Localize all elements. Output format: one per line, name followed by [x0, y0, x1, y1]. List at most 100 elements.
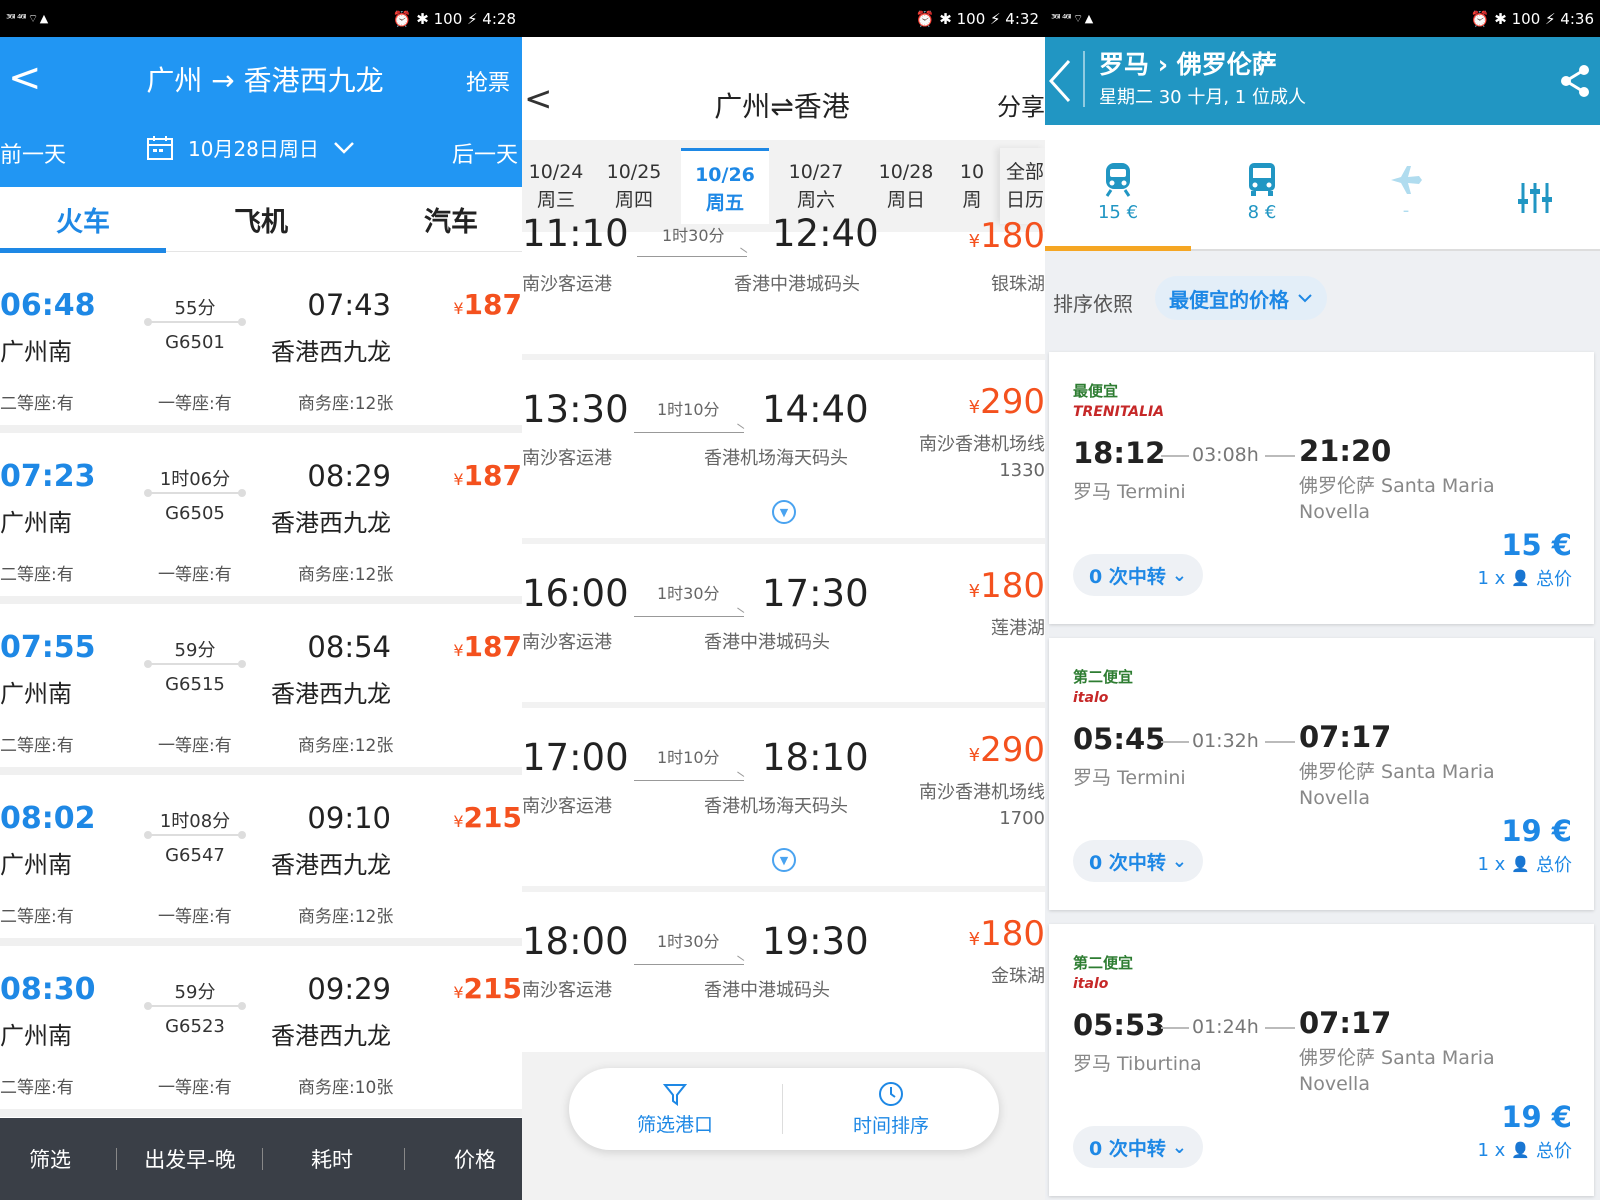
train-number: G6523: [165, 1016, 225, 1037]
table-row[interactable]: 08:02 广州南 1时08分 G6547 09:10 香港西九龙 ¥215 二等座:有 一等座…: [0, 775, 522, 938]
sort-duration-button[interactable]: 耗时: [272, 1118, 392, 1200]
back-icon[interactable]: [1047, 57, 1073, 105]
changes-button[interactable]: 0 次中转 ⌄: [1073, 840, 1203, 882]
list-item[interactable]: 11:10 1时30分 12:40 南沙客运港 香港中港城码头 ¥180 银珠湖: [522, 212, 1045, 354]
business-seats: 商务座:10张: [298, 1078, 394, 1098]
divider: [262, 1148, 263, 1170]
signal-icon: ³⁶ˡˡ ⁴⁶ˡˡ ⌔ ▲: [1051, 11, 1093, 25]
mode-price: -: [1402, 200, 1410, 221]
expand-icon[interactable]: ▼: [772, 848, 796, 872]
date-selector[interactable]: 10月28日周日: [146, 133, 355, 162]
sort-departure-button[interactable]: 出发早-晚: [125, 1118, 255, 1200]
share-icon[interactable]: [1558, 63, 1592, 99]
changes-label: 0 次中转: [1089, 565, 1166, 588]
filter-port-button[interactable]: 筛选港口: [569, 1068, 781, 1150]
header: < 广州⇌香港 分享: [522, 37, 1045, 140]
trip-subtitle: 星期二 30 十月, 1 位成人: [1099, 87, 1306, 108]
arrival-port: 香港中港城码头: [734, 274, 860, 295]
grab-ticket-button[interactable]: 抢票: [466, 65, 510, 97]
arrival-time: 12:40: [772, 212, 879, 255]
arrival-time: 08:54: [307, 630, 391, 664]
vessel-name: 金珠湖: [991, 966, 1045, 987]
mode-train[interactable]: 15 €: [1063, 125, 1173, 251]
changes-button[interactable]: 0 次中转 ⌄: [1073, 1126, 1203, 1168]
next-day-button[interactable]: 后一天: [452, 137, 518, 169]
table-row[interactable]: 08:30 广州南 59分 G6523 09:29 香港西九龙 ¥215 二等座:有 一等座:有…: [0, 946, 522, 1109]
list-item[interactable]: 13:30 1时10分 14:40 南沙客运港 香港机场海天码头 ¥290 南沙香港机场线 1…: [522, 360, 1045, 538]
sort-price-button[interactable]: 价格: [415, 1118, 522, 1200]
prev-day-button[interactable]: 前一天: [0, 137, 66, 169]
price-value: 180: [980, 566, 1045, 606]
signal-icon: ³⁶ˡˡ ⁴⁶ˡˡ ⌔ ▲: [6, 11, 48, 25]
divider: [116, 1148, 117, 1170]
list-item[interactable]: 16:00 1时30分 17:30 南沙客运港 香港中港城码头 ¥180 莲港湖: [522, 544, 1045, 702]
arrival-station: 香港西九龙: [271, 509, 391, 537]
table-row[interactable]: 07:23 广州南 1时06分 G6505 08:29 香港西九龙 ¥187 二等座:有 一等座…: [0, 433, 522, 596]
departure-time: 18:00: [522, 920, 629, 963]
filter-settings-icon[interactable]: [1517, 181, 1553, 215]
route-line: [637, 256, 747, 257]
share-button[interactable]: 分享: [997, 87, 1045, 122]
calendar-icon: [147, 135, 173, 160]
operator-logo: italo: [1073, 976, 1109, 992]
duration: 1时10分: [657, 748, 720, 767]
first-class-seats: 一等座:有: [158, 1078, 232, 1098]
date-item[interactable]: 10 周: [952, 148, 992, 224]
departure-station: 广州南: [0, 680, 72, 708]
table-row[interactable]: 06:48 广州南 55分 G6501 07:43 香港西九龙 ¥187 二等座:有 一等座:有…: [0, 262, 522, 425]
table-row[interactable]: 07:55 广州南 59分 G6515 08:54 香港西九龙 ¥187 二等座:有 一等座:有…: [0, 604, 522, 767]
date-item-selected[interactable]: 10/26 周五: [681, 148, 769, 224]
departure-station: 罗马 Tiburtina: [1073, 1053, 1202, 1075]
total-label: 总价: [1536, 569, 1572, 590]
first-class-seats: 一等座:有: [158, 736, 232, 756]
expand-icon[interactable]: ▼: [772, 500, 796, 524]
mode-price: 15 €: [1097, 202, 1139, 223]
person-icon: 👤: [1511, 855, 1530, 873]
person-icon: 👤: [1511, 1141, 1530, 1159]
back-icon[interactable]: <: [524, 79, 553, 119]
train-number: G6505: [165, 503, 225, 524]
tab-train[interactable]: 火车: [0, 187, 166, 253]
departure-station: 罗马 Termini: [1073, 767, 1186, 789]
status-bar: ³⁶ˡˡ ⁴⁶ˡˡ ⌔ ▲ ⏰ ✱ 100 ⚡ 4:36: [1045, 0, 1600, 37]
route-line: [1161, 455, 1189, 457]
tab-bus[interactable]: 汽车: [368, 187, 522, 251]
first-class-seats: 一等座:有: [158, 394, 232, 414]
changes-label: 0 次中转: [1089, 1137, 1166, 1160]
result-card[interactable]: 第二便宜 italo 05:45 01:32h 07:17 罗马 Termini 佛罗伦萨 …: [1049, 638, 1594, 910]
all-dates-button[interactable]: 全部 日历: [1000, 148, 1045, 224]
back-icon[interactable]: <: [8, 55, 42, 101]
mode-price: 8 €: [1247, 202, 1277, 223]
first-class-seats: 一等座:有: [158, 907, 232, 927]
result-card[interactable]: 最便宜 TRENITALIA 18:12 03:08h 21:20 罗马 Termini 佛…: [1049, 352, 1594, 624]
departure-port: 南沙客运港: [522, 632, 612, 653]
second-class-seats: 二等座:有: [0, 1078, 74, 1098]
list-item[interactable]: 17:00 1时10分 18:10 南沙客运港 香港机场海天码头 ¥290 南沙香港机场线 1…: [522, 708, 1045, 886]
route-line: [634, 616, 744, 617]
mode-flight[interactable]: -: [1351, 125, 1461, 251]
arrival-time: 18:10: [762, 736, 869, 779]
route-line: [1265, 741, 1295, 743]
price-value: 187: [463, 630, 522, 663]
currency-symbol: ¥: [453, 641, 464, 660]
sort-time-button[interactable]: 时间排序: [783, 1068, 999, 1150]
header: < 广州 → 香港西九龙 抢票 前一天 10月28日周日 后一天: [0, 37, 522, 187]
vessel-name: 南沙香港机场线: [919, 782, 1045, 803]
list-item[interactable]: 18:00 1时30分 19:30 南沙客运港 香港中港城码头 ¥180 金珠湖: [522, 892, 1045, 1052]
mode-bus[interactable]: 8 €: [1207, 125, 1317, 251]
price-tag: 第二便宜: [1073, 668, 1134, 686]
result-card[interactable]: 第二便宜 italo 05:53 01:24h 07:17 罗马 Tiburtina 佛罗伦…: [1049, 924, 1594, 1196]
departure-time: 05:45: [1073, 722, 1166, 756]
status-bar: ³⁶ˡˡ ⁴⁶ˡˡ ⌔ ▲ ⏰ ✱ 100 ⚡ 4:28: [0, 0, 522, 37]
sort-dropdown[interactable]: 最便宜的价格: [1155, 276, 1327, 320]
price-value: 180: [980, 216, 1045, 256]
changes-button[interactable]: 0 次中转 ⌄: [1073, 554, 1203, 596]
chevron-down-icon: ⌄: [1171, 1136, 1187, 1158]
total-label: 总价: [1536, 855, 1572, 876]
filter-button[interactable]: 筛选: [0, 1118, 100, 1200]
vessel-name: 银珠湖: [991, 274, 1045, 295]
tab-flight[interactable]: 飞机: [178, 187, 344, 251]
duration: 59分: [174, 982, 216, 1003]
departure-time: 08:30: [0, 972, 96, 1007]
row-separator: [0, 938, 522, 946]
